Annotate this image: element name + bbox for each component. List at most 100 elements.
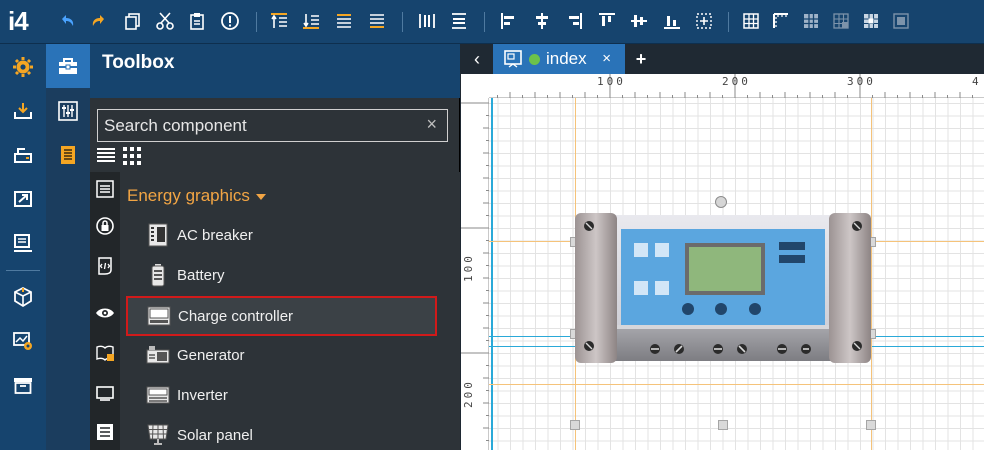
- rulers-icon: [773, 13, 788, 28]
- tab-index[interactable]: index ×: [493, 44, 625, 74]
- grid-toggle-button[interactable]: [740, 10, 762, 32]
- toolbox-tab[interactable]: [55, 53, 81, 79]
- ruler-label: 100: [597, 75, 626, 88]
- undo-button[interactable]: [56, 10, 78, 32]
- upload-nav[interactable]: [10, 186, 36, 212]
- monitor-settings-nav[interactable]: [10, 328, 36, 354]
- snap-objects-button[interactable]: [830, 10, 852, 32]
- packages-nav[interactable]: [10, 284, 36, 310]
- cut-button[interactable]: [154, 10, 176, 32]
- send-to-back-icon: [370, 14, 384, 28]
- redo-button[interactable]: [88, 10, 110, 32]
- align-middle-button[interactable]: [628, 10, 650, 32]
- toolbar-separator: [256, 12, 257, 32]
- component-charge-controller[interactable]: Charge controller: [126, 296, 437, 336]
- gear-icon: [13, 57, 33, 77]
- category-display-icon[interactable]: [95, 383, 115, 403]
- page-icon: [504, 50, 522, 68]
- resize-handle-s[interactable]: [718, 420, 728, 430]
- component-label: Generator: [177, 346, 245, 364]
- grid-icon: [743, 13, 759, 29]
- rotate-handle[interactable]: [715, 196, 727, 208]
- monitor-icon: [14, 234, 32, 252]
- redo-icon: [92, 15, 104, 26]
- search-component-input[interactable]: [104, 115, 414, 137]
- bring-to-front-icon: [337, 14, 351, 28]
- category-list-icon[interactable]: [95, 422, 115, 442]
- category-energy-graphics[interactable]: Energy graphics: [127, 186, 266, 206]
- reports-nav[interactable]: [10, 230, 36, 256]
- info-button[interactable]: [219, 10, 241, 32]
- category-security-icon[interactable]: [95, 216, 115, 236]
- center-canvas-button[interactable]: [693, 10, 715, 32]
- send-backward-button[interactable]: [300, 10, 322, 32]
- ruler-label: 100: [462, 253, 475, 282]
- align-top-button[interactable]: [596, 10, 618, 32]
- toolbar-separator: [728, 12, 729, 32]
- bring-forward-button[interactable]: [268, 10, 290, 32]
- component-inverter[interactable]: Inverter: [127, 375, 438, 415]
- snap-grid-icon: [804, 14, 818, 28]
- grid-view-icon[interactable]: [123, 147, 141, 165]
- ruler-label: 200: [462, 379, 475, 408]
- tabs-back-button[interactable]: ‹: [465, 48, 489, 70]
- pages-tab[interactable]: [55, 142, 81, 168]
- align-center-button[interactable]: [531, 10, 553, 32]
- distribute-vertical-icon: [452, 13, 466, 29]
- category-basic-icon[interactable]: [95, 179, 115, 199]
- component-solar-panel[interactable]: Solar panel: [127, 415, 438, 450]
- clear-search-button[interactable]: ×: [426, 114, 437, 135]
- component-ac-breaker[interactable]: AC breaker: [127, 215, 438, 255]
- distribute-vertical-button[interactable]: [448, 10, 470, 32]
- component-battery[interactable]: Battery: [127, 255, 438, 295]
- settings-nav[interactable]: [10, 54, 36, 80]
- component-generator[interactable]: Generator: [127, 335, 438, 375]
- toolbar-separator: [402, 12, 403, 32]
- properties-tab[interactable]: [55, 98, 81, 124]
- generator-icon: [145, 342, 171, 368]
- align-middle-icon: [631, 15, 647, 27]
- snap-grid-button[interactable]: [800, 10, 822, 32]
- fit-to-screen-button[interactable]: [890, 10, 912, 32]
- bring-to-front-button[interactable]: [333, 10, 355, 32]
- paste-button[interactable]: [186, 10, 208, 32]
- component-label: Inverter: [177, 386, 228, 404]
- list-document-icon: [61, 146, 75, 164]
- download-nav[interactable]: [10, 98, 36, 124]
- scissors-icon: [156, 12, 174, 30]
- package-icon: [14, 286, 32, 308]
- copy-button[interactable]: [122, 10, 144, 32]
- app-logo: i4: [8, 6, 29, 36]
- main-navigation-rail: [0, 44, 46, 450]
- close-tab-button[interactable]: ×: [602, 50, 611, 67]
- add-tab-button[interactable]: +: [631, 48, 651, 70]
- category-visibility-icon[interactable]: [95, 303, 115, 323]
- devices-nav[interactable]: [10, 142, 36, 168]
- align-bottom-button[interactable]: [661, 10, 683, 32]
- guide-line-vertical[interactable]: [491, 98, 493, 450]
- chart-gear-icon: [13, 332, 32, 350]
- distribute-horizontal-button[interactable]: [416, 10, 438, 32]
- design-canvas[interactable]: [489, 98, 984, 450]
- component-label: AC breaker: [177, 226, 253, 244]
- snap-center-button[interactable]: [860, 10, 882, 32]
- rulers-toggle-button[interactable]: [770, 10, 792, 32]
- ruler-label: 300: [847, 75, 876, 88]
- align-right-button[interactable]: [563, 10, 585, 32]
- bring-forward-icon: [271, 13, 287, 28]
- send-to-back-button[interactable]: [366, 10, 388, 32]
- clipboard-icon: [190, 13, 204, 30]
- list-view-icon[interactable]: [97, 147, 115, 165]
- category-library-icon[interactable]: [95, 343, 115, 363]
- ruler-label: 4: [972, 75, 982, 88]
- selection-guide: [871, 98, 872, 450]
- resize-handle-se[interactable]: [866, 420, 876, 430]
- archive-nav[interactable]: [10, 372, 36, 398]
- caret-down-icon: [255, 193, 266, 200]
- align-right-icon: [569, 13, 582, 29]
- top-toolbar: i4: [0, 0, 984, 44]
- align-left-button[interactable]: [498, 10, 520, 32]
- charge-controller-graphic[interactable]: [575, 213, 871, 363]
- resize-handle-sw[interactable]: [570, 420, 580, 430]
- category-script-icon[interactable]: [95, 256, 115, 276]
